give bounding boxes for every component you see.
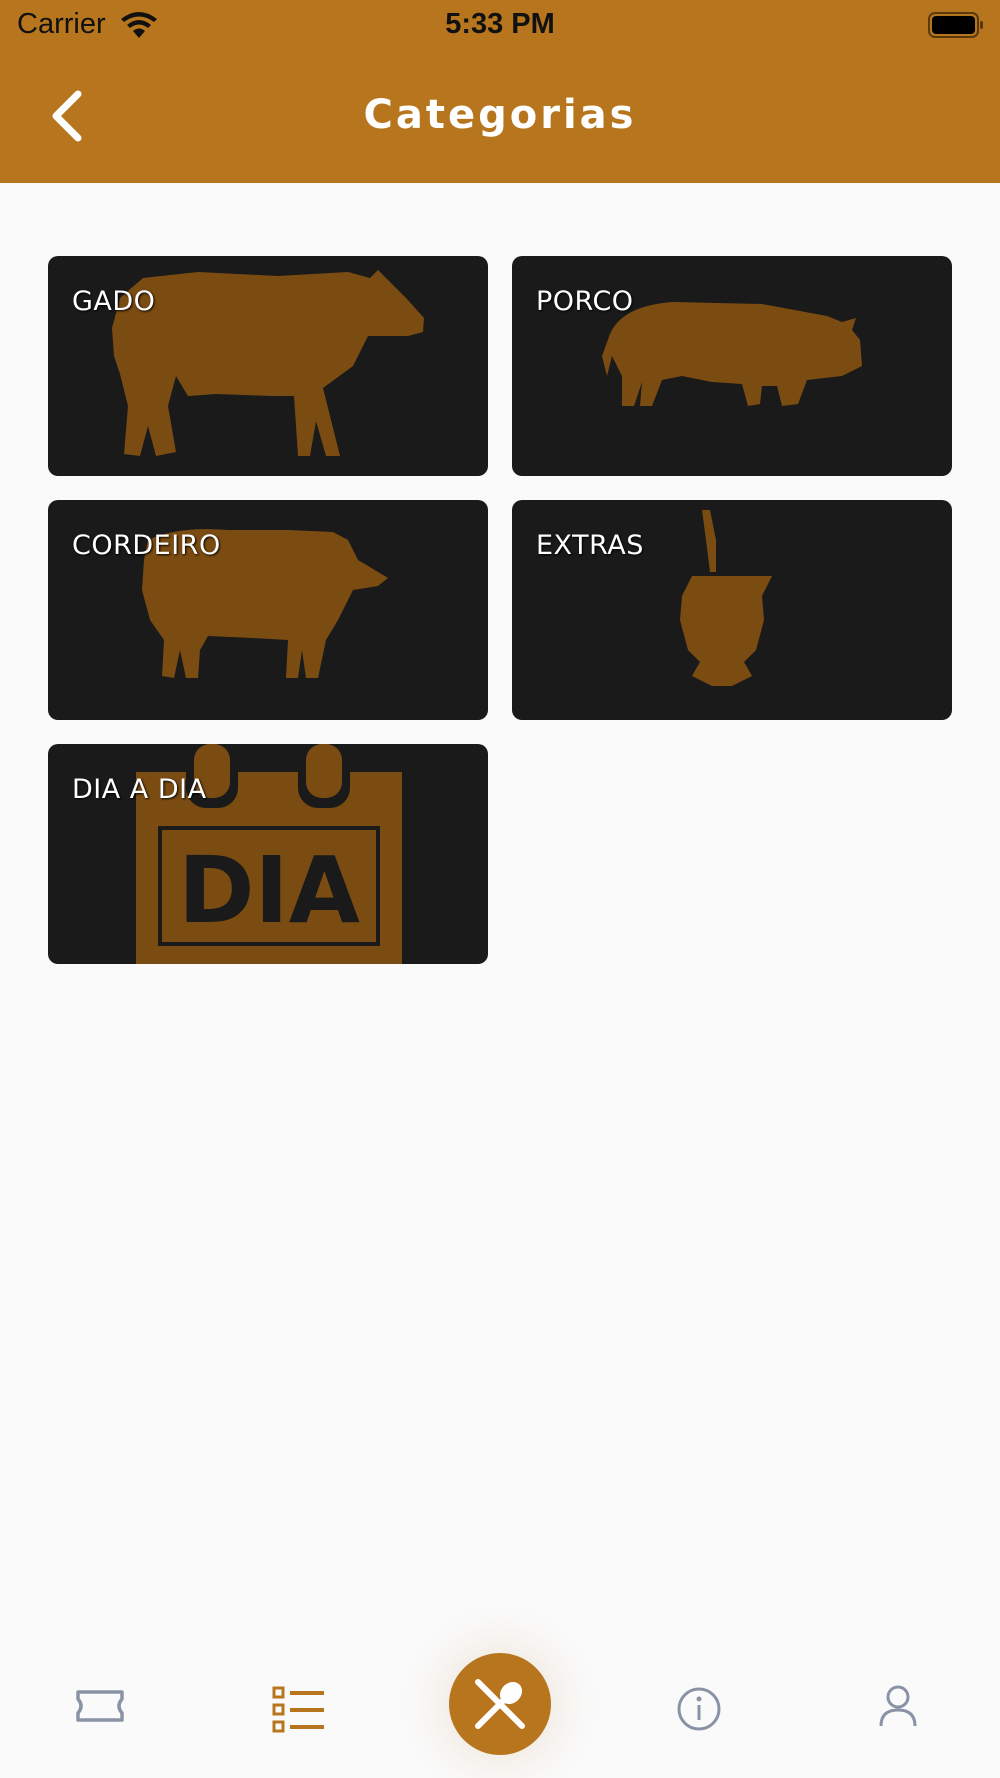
status-bar: Carrier 5:33 PM (0, 0, 1000, 50)
category-label: GADO (72, 286, 156, 317)
category-label: CORDEIRO (72, 530, 221, 561)
fork-spoon-icon (475, 1679, 525, 1729)
list-icon[interactable] (272, 1686, 326, 1734)
status-time: 5:33 PM (445, 8, 555, 40)
category-card-gado[interactable]: GADO (48, 256, 488, 476)
battery-icon (928, 12, 983, 38)
ticket-icon[interactable] (74, 1688, 126, 1724)
category-card-cordeiro[interactable]: CORDEIRO (48, 500, 488, 720)
category-card-extras[interactable]: EXTRAS (512, 500, 952, 720)
category-label: EXTRAS (536, 530, 644, 561)
page-title: Categorias (363, 92, 637, 138)
menu-fab-button[interactable] (449, 1653, 551, 1755)
category-card-porco[interactable]: PORCO (512, 256, 952, 476)
user-icon[interactable] (878, 1684, 918, 1728)
category-label: PORCO (536, 286, 634, 317)
app-header: Carrier 5:33 PM Categorias (0, 0, 1000, 183)
category-label: DIA A DIA (72, 774, 207, 805)
info-icon[interactable] (676, 1686, 722, 1732)
calendar-text: DIA (178, 837, 360, 944)
category-card-dia-a-dia[interactable]: DIA DIA A DIA (48, 744, 488, 964)
